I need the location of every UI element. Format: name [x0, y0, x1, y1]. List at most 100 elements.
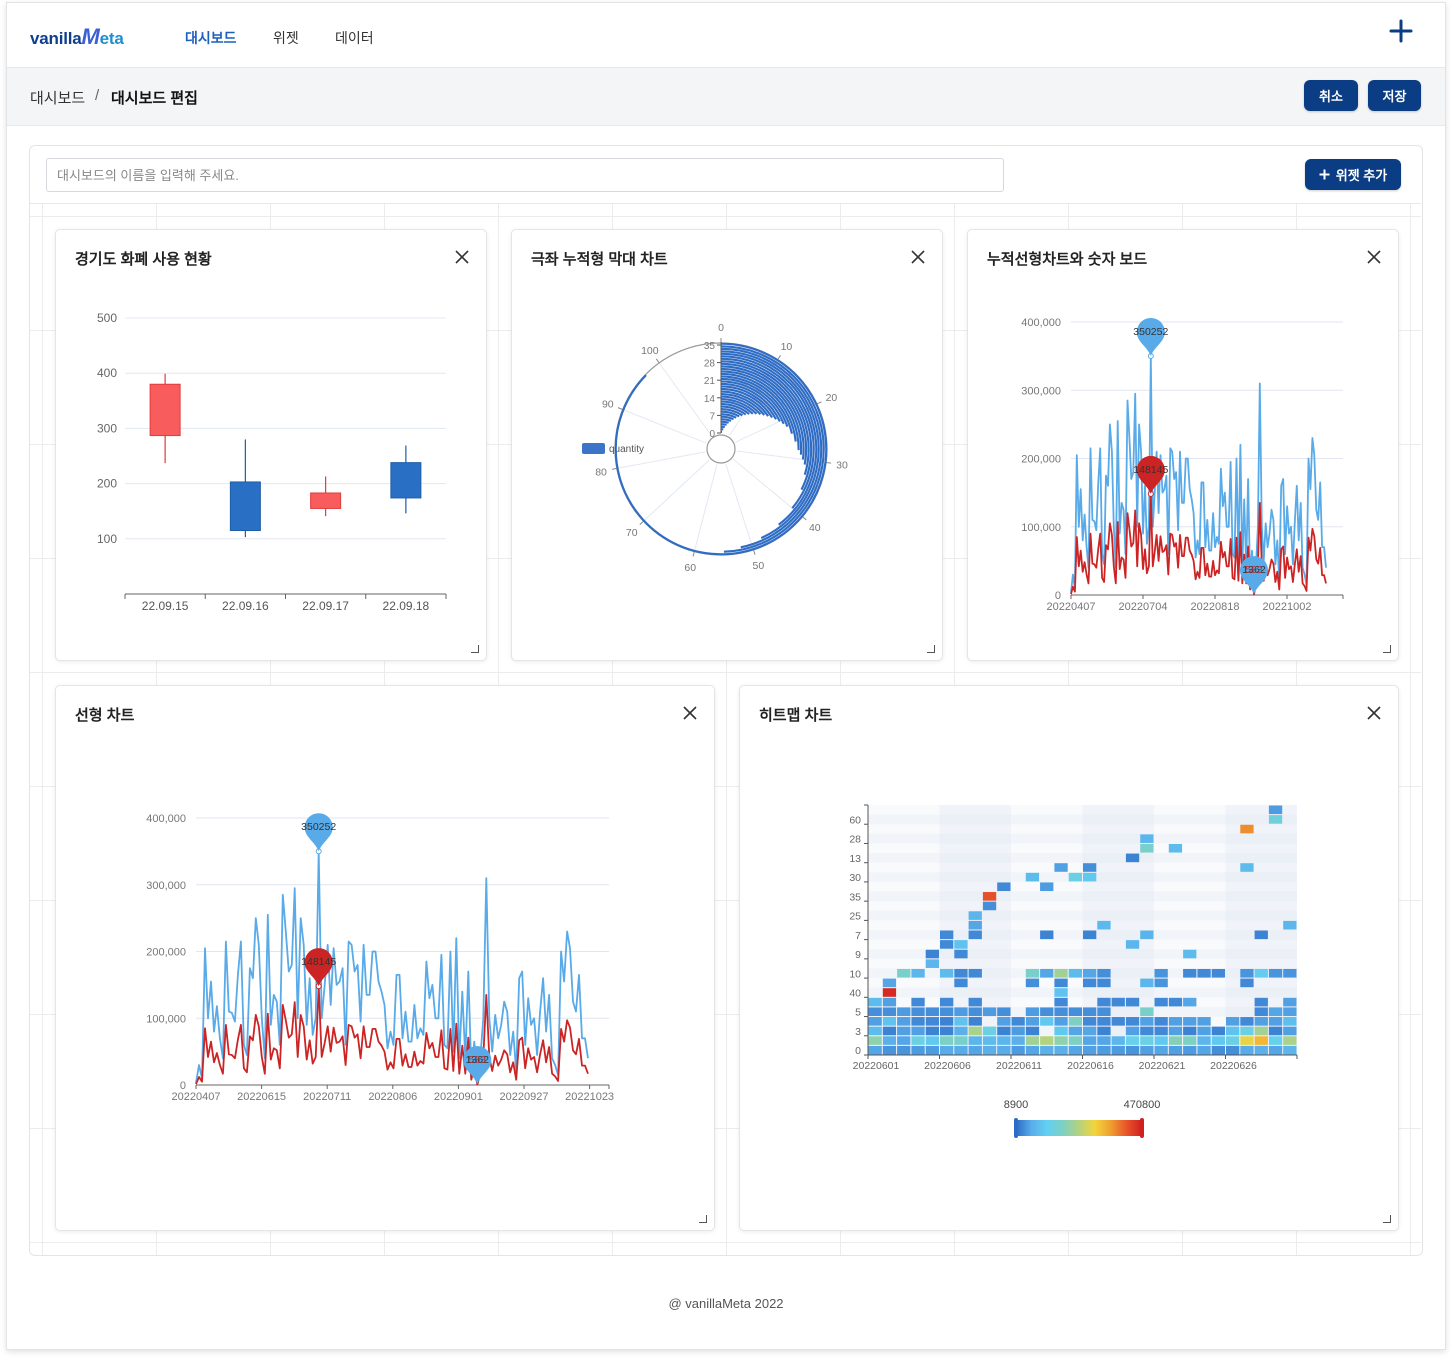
widget-heatmap[interactable]: 0 3 5 40 10 9 7 25 35 30 13 28 60 20220601 20220606 202… [739, 685, 1399, 1231]
dashboard-name-input[interactable] [46, 158, 1004, 192]
y-tick-label: 25 [849, 911, 861, 923]
heatmap-cell [1154, 968, 1168, 978]
resize-handle[interactable] [927, 645, 935, 653]
split-area [868, 833, 1297, 844]
polar-bar [720, 423, 727, 426]
resize-handle[interactable] [471, 645, 479, 653]
resize-handle[interactable] [699, 1215, 707, 1223]
heatmap-cell [1068, 1017, 1082, 1026]
heatmap-cell [882, 1017, 897, 1026]
polar-bar-chart: 0 10 20 30 40 50 60 70 80 90 100 0 7 14 21 28 35 quantity [582, 322, 848, 574]
heatmap-cell [940, 997, 954, 1007]
heatmap-cell [897, 1036, 911, 1045]
nav-item-data[interactable]: 데이터 [335, 28, 374, 48]
heatmap-cell [1025, 978, 1040, 988]
heatmap-cell [1183, 1026, 1197, 1036]
close-icon[interactable] [1366, 705, 1382, 721]
heatmap-cell [968, 930, 982, 940]
split-area [868, 891, 1297, 902]
heatmap-cell [1183, 949, 1197, 959]
x-tick-label: 20220818 [1191, 601, 1240, 613]
angle-tick [692, 551, 695, 557]
heatmap-cell [1240, 863, 1254, 872]
heatmap-cell [882, 1007, 897, 1017]
heatmap-cell [968, 1026, 982, 1036]
close-icon[interactable] [1366, 249, 1382, 265]
heatmap-cell [925, 949, 939, 959]
candle-body [229, 481, 261, 532]
heatmap-cell [882, 1026, 897, 1036]
heatmap-cell [1040, 968, 1054, 978]
heatmap-cell [1154, 997, 1168, 1007]
footer-copyright: @ vanillaMeta 2022 [668, 1296, 784, 1311]
y-tick-label: 400,000 [1021, 317, 1061, 329]
heatmap-cell [1226, 1036, 1240, 1045]
heatmap-cell [1240, 1045, 1254, 1055]
split-area [868, 853, 1297, 863]
heatmap-cell [1268, 1026, 1283, 1036]
angle-tick-label: 60 [684, 562, 696, 574]
x-tick-label: 20220407 [172, 1091, 221, 1103]
heatmap-cell [1283, 1007, 1297, 1017]
x-tick-label: 22.09.16 [222, 599, 269, 613]
candle-body [149, 383, 181, 437]
save-button[interactable]: 저장 [1368, 80, 1421, 111]
plus-icon[interactable] [1388, 18, 1414, 44]
heatmap-cell [1111, 1017, 1125, 1026]
heatmap-cell [1097, 1017, 1111, 1026]
cancel-button[interactable]: 취소 [1304, 80, 1358, 111]
heatmap-cell [1168, 1017, 1183, 1026]
heatmap-cell [1140, 930, 1154, 940]
heatmap-cell [968, 920, 982, 930]
resize-handle[interactable] [1383, 1215, 1391, 1223]
heatmap-cell [1197, 1026, 1211, 1036]
heatmap-cell [1140, 1026, 1154, 1036]
heatmap-cell [1240, 1017, 1254, 1026]
heatmap-cell [1183, 997, 1197, 1007]
heatmap-cell [1111, 1036, 1125, 1045]
heatmap-cell [1211, 1045, 1225, 1055]
nav-item-widget[interactable]: 위젯 [273, 28, 299, 48]
angle-tick-label: 40 [809, 522, 821, 534]
heatmap-cell [897, 1026, 911, 1036]
heatmap-cell [954, 949, 968, 959]
heatmap-cell [911, 997, 925, 1007]
heatmap-cell [1254, 1026, 1268, 1036]
heatmap-cell [1054, 1017, 1068, 1026]
y-tick-label: 100 [97, 532, 117, 546]
widget-candlestick[interactable]: 100 200 300 400 500 22.09.15 22.09.16 22.09.17 2… [55, 229, 487, 661]
heatmap-cell [1068, 968, 1082, 978]
heatmap-cell [1068, 1036, 1082, 1045]
heatmap-cell [982, 1036, 997, 1045]
heatmap-cell [1125, 997, 1140, 1007]
close-icon[interactable] [910, 249, 926, 265]
nav-item-dashboard[interactable]: 대시보드 [185, 28, 237, 48]
visual-map-min-label: 8900 [1004, 1099, 1028, 1111]
heatmap-cell [997, 1045, 1011, 1055]
logo[interactable]: vanillaMeta [30, 24, 124, 50]
widget-stacked-line[interactable]: 0 100,000 200,000 300,000 400,000 20220407 202… [967, 229, 1399, 661]
heatmap-cell [1097, 968, 1111, 978]
heatmap-cell [925, 1026, 939, 1036]
widget-line[interactable]: 0 100,000 200,000 300,000 400,000 20220407 202… [55, 685, 715, 1231]
y-tick-label: 10 [849, 968, 861, 980]
widget-polar-bar[interactable]: 0 10 20 30 40 50 60 70 80 90 100 0 7 14 21 28 35 quantity… [511, 229, 943, 661]
breadcrumb-root[interactable]: 대시보드 [30, 87, 85, 108]
split-area [868, 910, 1297, 921]
legend-swatch [582, 443, 605, 454]
heatmap-cell [968, 1007, 982, 1017]
close-icon[interactable] [454, 249, 470, 265]
y-tick-label: 100,000 [1021, 522, 1061, 534]
heatmap-cell [940, 930, 954, 940]
heatmap-cell [1011, 1036, 1025, 1045]
visual-map-handle-max [1140, 1118, 1144, 1138]
angle-tick [826, 461, 832, 464]
y-tick-label: 3 [855, 1026, 861, 1038]
add-widget-button[interactable]: 위젯 추가 [1305, 159, 1401, 190]
close-icon[interactable] [682, 705, 698, 721]
heatmap-cell [1025, 1045, 1040, 1055]
heatmap-cell [1240, 824, 1254, 834]
resize-handle[interactable] [1383, 645, 1391, 653]
widget-title: 선형 차트 [75, 707, 135, 724]
heatmap-cell [1268, 968, 1283, 978]
